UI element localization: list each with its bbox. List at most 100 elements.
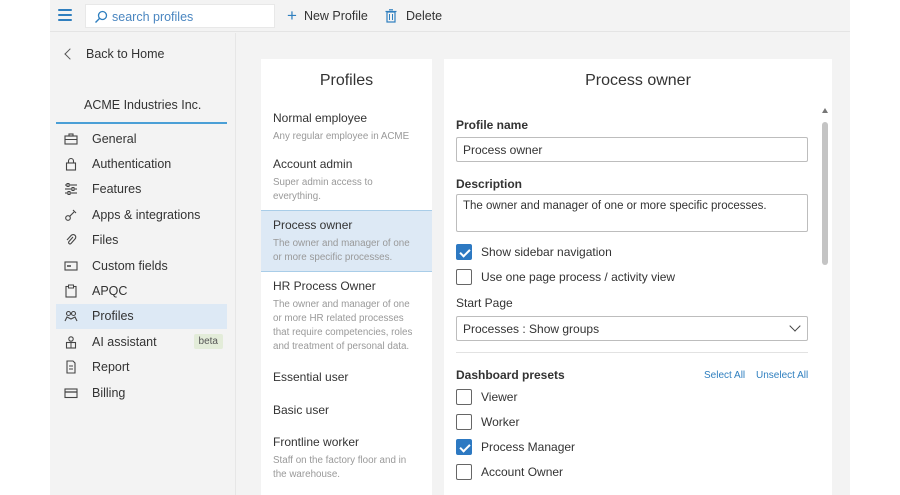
- checkbox-checked[interactable]: [456, 439, 472, 455]
- list-item[interactable]: Basic user: [261, 394, 432, 426]
- sidebar-item-label: Report: [92, 360, 130, 375]
- delete-button[interactable]: Delete: [385, 7, 442, 25]
- search-box[interactable]: [85, 4, 275, 28]
- profile-desc: The owner and manager of one or more spe…: [273, 238, 410, 263]
- search-icon: [95, 10, 108, 23]
- scroll-up-arrow-icon[interactable]: [822, 108, 828, 113]
- profile-name: Process owner: [273, 218, 353, 232]
- sidebar-item-label: Custom fields: [92, 258, 168, 273]
- search-input[interactable]: [112, 8, 270, 25]
- list-item[interactable]: Normal employee Any regular employee in …: [261, 106, 432, 150]
- list-item[interactable]: Account admin Super admin access to ever…: [261, 150, 432, 210]
- description-label: Description: [456, 177, 523, 191]
- delete-label: Delete: [406, 9, 443, 23]
- checkbox-label: Worker: [481, 415, 520, 429]
- profile-name: Normal employee: [273, 111, 368, 125]
- card-icon: [64, 388, 78, 398]
- profile-desc: Any regular employee in ACME: [273, 131, 410, 142]
- sidebar-item-general[interactable]: General: [56, 126, 227, 151]
- scrollbar[interactable]: [821, 108, 829, 495]
- checkbox-label: Account Owner: [481, 465, 564, 479]
- people-icon: [64, 311, 78, 322]
- back-to-home-link[interactable]: Back to Home: [64, 47, 165, 61]
- profile-name: Frontline worker: [273, 435, 360, 449]
- plug-icon: [65, 209, 77, 221]
- sidebar-item-apqc[interactable]: APQC: [56, 278, 227, 303]
- checkbox-unchecked[interactable]: [456, 464, 472, 480]
- profile-name-field[interactable]: [456, 137, 808, 162]
- organization-name: ACME Industries Inc.: [84, 98, 202, 112]
- sidebar-item-label: Apps & integrations: [92, 207, 201, 222]
- sliders-icon: [65, 183, 77, 196]
- start-page-select[interactable]: Processes : Show groups: [456, 316, 808, 341]
- profiles-panel: Profiles Normal employee Any regular emp…: [261, 59, 432, 495]
- scrollbar-thumb[interactable]: [822, 122, 828, 265]
- profile-name: HR Process Owner: [273, 279, 376, 293]
- description-field[interactable]: The owner and manager of one or more spe…: [456, 194, 808, 232]
- sidebar-item-ai-assistant[interactable]: AI assistant beta: [56, 329, 227, 354]
- list-item-selected[interactable]: Process owner The owner and manager of o…: [261, 210, 432, 272]
- checkbox-label: Show sidebar navigation: [481, 245, 612, 259]
- list-item[interactable]: HR Process Owner The owner and manager o…: [261, 272, 432, 360]
- details-title: Process owner: [585, 72, 691, 89]
- plus-icon: +: [287, 6, 297, 25]
- lock-icon: [65, 158, 77, 171]
- new-profile-button[interactable]: + New Profile: [287, 7, 368, 25]
- preset-worker-checkbox[interactable]: Worker: [456, 414, 519, 430]
- robot-icon: [65, 336, 77, 349]
- select-all-link[interactable]: Select All: [704, 370, 745, 381]
- sidebar-item-label: General: [92, 131, 137, 146]
- unselect-all-link[interactable]: Unselect All: [756, 370, 808, 381]
- sidebar-item-files[interactable]: Files: [56, 228, 227, 253]
- profile-details-panel: Process owner Profile name Description T…: [444, 59, 832, 495]
- preset-account-owner-checkbox[interactable]: Account Owner: [456, 464, 563, 480]
- sidebar-item-label: Features: [92, 182, 142, 197]
- sidebar-item-custom-fields[interactable]: Custom fields: [56, 253, 227, 278]
- start-page-label: Start Page: [456, 296, 513, 310]
- sidebar-item-profiles[interactable]: Profiles: [56, 303, 227, 330]
- document-icon: [66, 360, 76, 374]
- one-page-view-checkbox[interactable]: Use one page process / activity view: [456, 269, 675, 285]
- chevron-down-icon: [789, 320, 801, 332]
- profile-desc: The owner and manager of one or more HR …: [273, 299, 413, 352]
- checkbox-label: Use one page process / activity view: [481, 270, 676, 284]
- checkbox-label: Process Manager: [481, 440, 576, 454]
- show-sidebar-checkbox[interactable]: Show sidebar navigation: [456, 244, 612, 260]
- profile-name: Basic user: [273, 403, 330, 417]
- sidebar-item-authentication[interactable]: Authentication: [56, 151, 227, 176]
- sidebar-item-label: AI assistant: [92, 334, 157, 349]
- clipboard-icon: [65, 284, 77, 298]
- paperclip-icon: [66, 234, 77, 245]
- profile-desc: Staff on the factory floor and in the wa…: [273, 455, 407, 480]
- briefcase-icon: [64, 133, 78, 145]
- checkbox-label: Viewer: [481, 390, 518, 404]
- sidebar-item-label: Authentication: [92, 157, 172, 172]
- list-item[interactable]: Frontline worker Staff on the factory fl…: [261, 426, 432, 488]
- divider: [456, 352, 808, 353]
- profile-desc: Super admin access to everything.: [273, 177, 373, 202]
- checkbox-unchecked[interactable]: [456, 389, 472, 405]
- trash-icon: [385, 9, 397, 23]
- new-profile-label: New Profile: [303, 9, 368, 23]
- sidebar-item-apps-integrations[interactable]: Apps & integrations: [56, 202, 227, 227]
- profile-name: Account admin: [273, 157, 353, 171]
- field-icon: [64, 261, 78, 271]
- hamburger-menu-icon[interactable]: [58, 9, 72, 21]
- sidebar-item-label: Files: [92, 233, 119, 248]
- profile-name: Essential user: [273, 370, 349, 384]
- preset-process-manager-checkbox[interactable]: Process Manager: [456, 439, 575, 455]
- preset-viewer-checkbox[interactable]: Viewer: [456, 389, 517, 405]
- sidebar-item-features[interactable]: Features: [56, 177, 227, 202]
- chevron-left-icon: [64, 48, 76, 60]
- sidebar-item-report[interactable]: Report: [56, 355, 227, 380]
- list-item[interactable]: Essential user: [261, 360, 432, 394]
- sidebar-item-billing[interactable]: Billing: [56, 380, 227, 405]
- app-window: + New Profile Delete Back to Home ACME I…: [50, 0, 850, 495]
- checkbox-unchecked[interactable]: [456, 269, 472, 285]
- checkbox-checked[interactable]: [456, 244, 472, 260]
- dashboard-presets-label: Dashboard presets: [456, 368, 565, 382]
- checkbox-unchecked[interactable]: [456, 414, 472, 430]
- organization-underline: [56, 122, 227, 124]
- select-value: Processes : Show groups: [463, 322, 600, 336]
- back-label: Back to Home: [86, 47, 165, 61]
